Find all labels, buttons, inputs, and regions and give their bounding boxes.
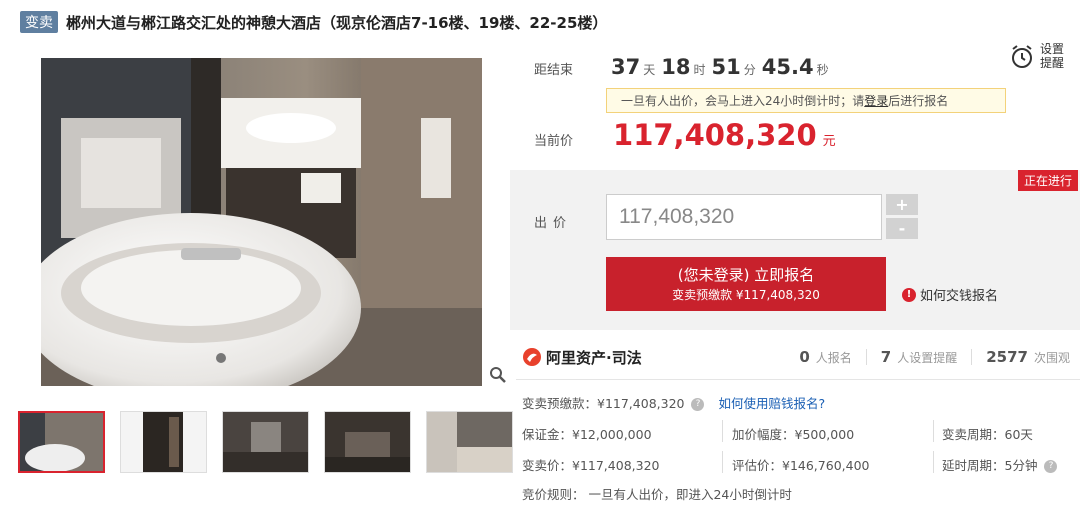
- thumbnail-2[interactable]: [120, 411, 207, 473]
- thumbnail-1[interactable]: [18, 411, 105, 473]
- extension-period: 延时周期：5分钟: [942, 458, 1038, 473]
- extension-period-row: 延时周期：5分钟 ?: [942, 455, 1058, 474]
- signup-button[interactable]: (您未登录) 立即报名 变卖预缴款 ¥117,408,320: [606, 257, 886, 311]
- current-price-unit: 元: [822, 134, 836, 149]
- auction-stats: 0 人报名 7 人设置提醒 2577 次围观: [799, 348, 1070, 366]
- how-to-pay-label: 如何交钱报名: [920, 289, 999, 304]
- current-price-value: 117,408,320: [613, 118, 817, 152]
- compensation-signup-link[interactable]: 如何使用赔钱报名?: [718, 396, 825, 411]
- view-count: 2577: [986, 348, 1028, 366]
- divider: [722, 420, 723, 442]
- signup-deposit-label: 变卖预缴款 ¥117,408,320: [672, 288, 820, 302]
- sale-type-tag: 变卖: [20, 11, 58, 33]
- divider: [865, 349, 867, 365]
- magnifier-icon[interactable]: [489, 366, 507, 384]
- reminder-label: 设置 提醒: [1040, 42, 1068, 70]
- notice-text: 一旦有人出价，会马上进入24小时倒计时；请: [621, 94, 865, 108]
- countdown-minutes-unit: 分: [743, 63, 756, 77]
- info-icon: !: [902, 287, 916, 302]
- platform-row: 阿里资产·司法 0 人报名 7 人设置提醒 2577 次围观: [522, 345, 1080, 369]
- divider: [933, 451, 934, 473]
- title-row: 变卖 郴州大道与郴江路交汇处的神憩大酒店（现京伦酒店7-16楼、19楼、22-2…: [20, 10, 607, 34]
- section-divider: [516, 379, 1080, 380]
- thumbnail-5[interactable]: [426, 411, 513, 473]
- current-price-label: 当前价: [534, 134, 574, 149]
- ali-assets-logo-icon: [523, 348, 541, 366]
- decrease-bid-button[interactable]: -: [886, 218, 918, 239]
- bathroom-photo: [41, 58, 482, 386]
- divider: [971, 349, 973, 365]
- thumbnail-image: [121, 412, 206, 472]
- set-reminder-button[interactable]: 设置 提醒: [1010, 42, 1068, 70]
- bid-amount-input[interactable]: [606, 194, 882, 240]
- bidding-rule: 竞价规则： 一旦有人出价，即进入24小时倒计时: [522, 487, 792, 502]
- countdown-minutes: 51: [711, 55, 741, 79]
- status-badge: 正在进行: [1017, 170, 1078, 191]
- countdown-label: 距结束: [534, 63, 574, 78]
- sale-price: 变卖价：¥117,408,320: [522, 458, 660, 473]
- reminder-count-label: 人设置提醒: [897, 351, 958, 365]
- bid-increment: 加价幅度：¥500,000: [732, 427, 855, 442]
- signup-button-label: (您未登录) 立即报名: [677, 266, 815, 284]
- bid-panel: 正在进行 出价 + - (您未登录) 立即报名 变卖预缴款 ¥117,408,3…: [510, 170, 1080, 330]
- current-price: 当前价 117,408,320 元: [534, 118, 836, 152]
- countdown-seconds-unit: 秒: [816, 63, 829, 77]
- deposit-prepay-row: 变卖预缴款：¥117,408,320 ? 如何使用赔钱报名?: [522, 393, 825, 412]
- signup-count: 0: [799, 348, 810, 366]
- reminder-label-line2: 提醒: [1040, 56, 1065, 70]
- reminder-label-line1: 设置: [1040, 42, 1065, 56]
- thumbnail-strip: [18, 411, 513, 473]
- platform-name: 阿里资产·司法: [546, 348, 642, 367]
- countdown-hours-unit: 时: [693, 63, 706, 77]
- login-link[interactable]: 登录: [864, 92, 888, 109]
- thumbnail-image: [223, 412, 308, 472]
- listing-title: 郴州大道与郴江路交汇处的神憩大酒店（现京伦酒店7-16楼、19楼、22-25楼）: [66, 13, 608, 32]
- help-icon[interactable]: ?: [1044, 460, 1058, 473]
- deposit-prepay: 变卖预缴款：¥117,408,320: [522, 396, 685, 411]
- thumbnail-image: [325, 412, 410, 472]
- countdown-hours: 18: [661, 55, 691, 79]
- thumbnail-image: [427, 412, 512, 472]
- bid-label: 出价: [534, 216, 573, 231]
- divider: [933, 420, 934, 442]
- main-photo[interactable]: [41, 58, 482, 386]
- countdown-days-unit: 天: [643, 63, 656, 77]
- increase-bid-button[interactable]: +: [886, 194, 918, 215]
- countdown-notice: 一旦有人出价，会马上进入24小时倒计时；请 登录 后进行报名: [606, 88, 1006, 113]
- how-to-pay-link[interactable]: ! 如何交钱报名: [902, 285, 998, 304]
- countdown-days: 37: [611, 55, 641, 79]
- notice-text-after: 后进行报名: [888, 94, 949, 108]
- divider: [722, 451, 723, 473]
- appraisal-price: 评估价：¥146,760,400: [732, 458, 870, 473]
- thumbnail-image: [20, 413, 103, 471]
- thumbnail-4[interactable]: [324, 411, 411, 473]
- signup-count-label: 人报名: [815, 351, 852, 365]
- reminder-count: 7: [880, 348, 892, 366]
- countdown: 距结束 37 天 18 时 51 分 45.4 秒: [534, 55, 829, 79]
- help-icon[interactable]: ?: [691, 398, 705, 411]
- alarm-clock-icon: [1012, 45, 1032, 68]
- view-count-label: 次围观: [1033, 351, 1070, 365]
- margin: 保证金：¥12,000,000: [522, 427, 652, 442]
- countdown-seconds: 45.4: [761, 55, 814, 79]
- thumbnail-3[interactable]: [222, 411, 309, 473]
- sale-period: 变卖周期：60天: [942, 427, 1033, 442]
